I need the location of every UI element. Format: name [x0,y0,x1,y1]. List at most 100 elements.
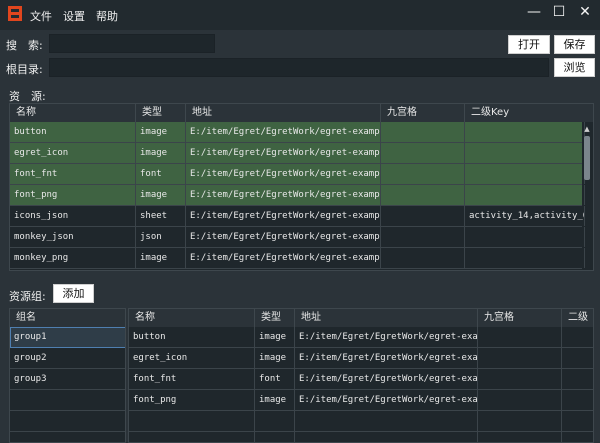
col-type[interactable]: 类型 [136,104,186,122]
cell-name: font_fnt [10,164,136,184]
cell-type [255,411,295,431]
group-name: group3 [14,374,47,384]
cell-type: font [255,369,295,389]
minimize-icon[interactable]: — [521,0,547,26]
maximize-icon[interactable]: ☐ [546,0,572,26]
cell-type: image [136,185,186,205]
cell-name: monkey_png [10,248,136,268]
list-item[interactable]: group2 [10,348,125,369]
open-button[interactable]: 打开 [508,35,550,54]
table-row[interactable]: egret_icon image E:/item/Egret/EgretWork/e… [10,143,585,164]
cell-scale9 [381,227,465,247]
cell-name: egret_icon [10,143,136,163]
cell-scale9 [478,369,562,389]
col-gr-name[interactable]: 名称 [129,309,255,327]
cell-name: font_fnt [129,369,255,389]
table-row[interactable]: font_png image E:/item/Egret/EgretWork/egr… [10,185,585,206]
cell-scale9 [478,411,562,431]
cell-name: font_png [10,185,136,205]
group-resources-header: 名称 类型 地址 九宫格 二级 [129,309,593,327]
save-button[interactable]: 保存 [554,35,595,54]
cell-name: button [129,327,255,347]
col-subkeys[interactable]: 二级Key [465,104,593,122]
table-row[interactable]: font_fnt font E:/item/Egret/EgretWork/egre… [129,369,593,390]
col-url[interactable]: 地址 [186,104,381,122]
col-gr-subkeys[interactable]: 二级 [562,309,593,327]
cell-type: sheet [136,206,186,226]
cell-type: image [255,348,295,368]
cell-type: image [255,327,295,347]
cell-scale9 [381,248,465,268]
cell-scale9 [478,327,562,347]
cell-url [295,432,478,442]
cell-url: E:/item/Egret/EgretWork/egret-examp [295,390,478,410]
cell-type: image [136,248,186,268]
list-item-empty [10,432,125,442]
cell-name: icons_json [10,206,136,226]
col-gr-url[interactable]: 地址 [295,309,478,327]
cell-url: E:/item/Egret/EgretWork/egret-examples [186,248,381,268]
cell-subkeys [562,390,593,410]
cell-url: E:/item/Egret/EgretWork/egret-examples [186,227,381,247]
search-label: 搜 索: [6,39,43,52]
table-row-empty [129,432,593,442]
cell-name: font_png [129,390,255,410]
cell-type: image [255,390,295,410]
col-scale9[interactable]: 九宫格 [381,104,465,122]
menu-settings[interactable]: 设置 [63,8,85,24]
cell-subkeys [465,185,585,205]
col-group-name[interactable]: 组名 [10,309,125,327]
table-row[interactable]: button image E:/item/Egret/EgretWork/egret… [10,122,585,143]
title-bar: 文件 设置 帮助 — ☐ ✕ [0,0,600,30]
add-group-button[interactable]: 添加 [53,284,94,303]
cell-scale9 [381,185,465,205]
cell-type: json [136,227,186,247]
search-input[interactable] [49,34,215,53]
scroll-up-icon[interactable]: ▲ [582,124,592,134]
cell-name [129,432,255,442]
table-row[interactable]: egret_icon image E:/item/Egret/EgretWork/e… [129,348,593,369]
browse-button[interactable]: 浏览 [554,58,595,77]
table-row[interactable]: button image E:/item/Egret/EgretWork/egret… [129,327,593,348]
cell-url: E:/item/Egret/EgretWork/egret-examples [186,164,381,184]
cell-scale9 [381,164,465,184]
table-row-empty [129,411,593,432]
table-row[interactable]: icons_json sheet E:/item/Egret/EgretWork/e… [10,206,585,227]
groups-label: 资源组: [9,290,46,303]
cell-url [295,411,478,431]
cell-subkeys [562,411,593,431]
scroll-thumb[interactable] [584,136,590,180]
cell-subkeys [465,227,585,247]
close-icon[interactable]: ✕ [572,0,598,26]
menu-file[interactable]: 文件 [30,8,52,24]
table-row[interactable]: monkey_png image E:/item/Egret/EgretWork/e… [10,248,585,269]
cell-subkeys [465,248,585,268]
list-item[interactable]: group3 [10,369,125,390]
table-row[interactable]: font_fnt font E:/item/Egret/EgretWork/egre… [10,164,585,185]
list-item[interactable]: group1 [10,327,125,348]
col-name[interactable]: 名称 [10,104,136,122]
cell-name: monkey_json [10,227,136,247]
cell-url: E:/item/Egret/EgretWork/egret-examp [295,348,478,368]
list-item-empty [10,411,125,432]
root-dir-input[interactable] [49,58,549,77]
col-gr-type[interactable]: 类型 [255,309,295,327]
cell-type: font [136,164,186,184]
cell-subkeys [562,348,593,368]
cell-type: image [136,122,186,142]
group-name: group2 [14,353,47,363]
group-name: group1 [14,332,47,342]
cell-url: E:/item/Egret/EgretWork/egret-examples [186,206,381,226]
cell-subkeys [562,432,593,442]
menu-help[interactable]: 帮助 [96,8,118,24]
cell-name [129,411,255,431]
cell-subkeys [562,369,593,389]
table-row[interactable]: font_png image E:/item/Egret/EgretWork/egr… [129,390,593,411]
resources-scrollbar[interactable]: ▲ ▼ [582,124,592,270]
cell-subkeys: activity_14,activity_6 [465,206,585,226]
app-logo-icon [8,6,22,21]
cell-scale9 [478,390,562,410]
col-gr-scale9[interactable]: 九宫格 [478,309,562,327]
cell-url: E:/item/Egret/EgretWork/egret-examples [186,143,381,163]
table-row[interactable]: monkey_json json E:/item/Egret/EgretWork/e… [10,227,585,248]
